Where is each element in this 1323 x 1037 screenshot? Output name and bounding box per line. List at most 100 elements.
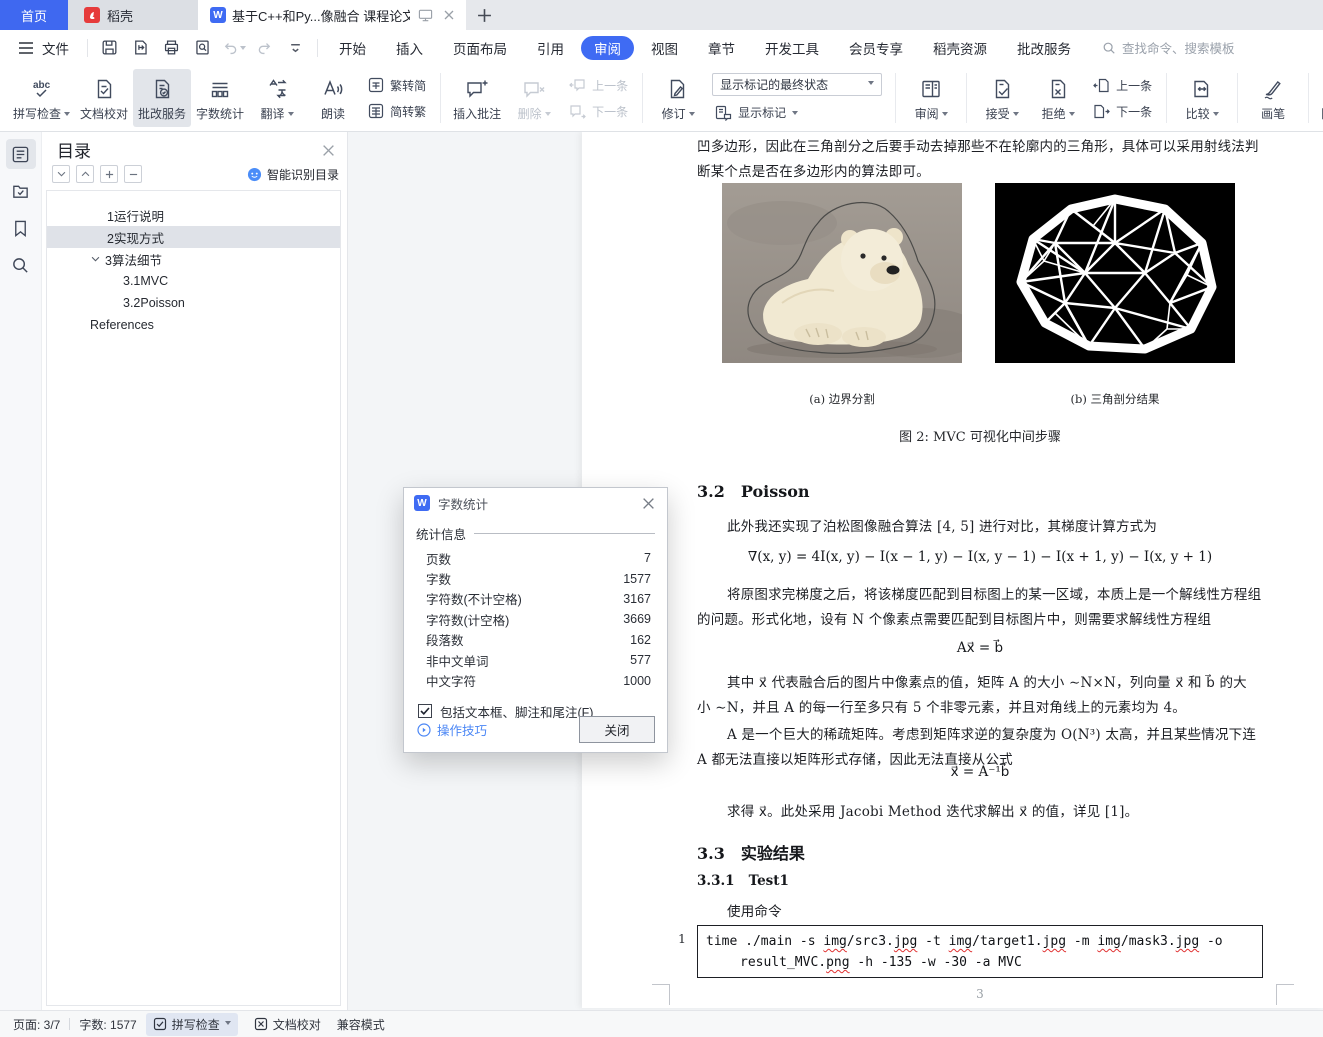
save-button[interactable] [96,36,123,60]
reject-change-button[interactable]: 拒绝 [1030,69,1086,127]
accept-change-button[interactable]: 接受 [974,69,1030,127]
share-to-screen-icon[interactable] [416,6,434,24]
show-markup-button[interactable]: 显示标记 [712,102,882,123]
simp-to-trad-icon [368,103,384,119]
insert-comment-button[interactable]: 插入批注 [448,69,506,127]
correction-service-icon [150,75,174,103]
toc-close-icon[interactable] [319,141,337,159]
toc-item-3-1[interactable]: 3.1MVC [47,270,340,292]
menu-start[interactable]: 开始 [326,36,379,60]
expand-all-button[interactable] [52,165,70,183]
chevron-down-icon[interactable] [91,256,105,262]
file-menu-button[interactable]: 文件 [18,38,81,58]
file-menu-label: 文件 [42,41,69,57]
redo-button[interactable] [251,36,278,60]
menu-reference[interactable]: 引用 [524,36,577,60]
menu-correction-service[interactable]: 批改服务 [1004,36,1084,60]
collapse-all-button[interactable] [76,165,94,183]
tab-close-icon[interactable] [440,6,458,24]
proofread-toggle[interactable]: 文档校对 [247,1013,328,1036]
brush-icon [1260,75,1286,103]
menu-section[interactable]: 章节 [695,36,748,60]
next-comment-button[interactable]: 下一条 [566,101,631,122]
body-text-line: 将原图求完梯度之后，将该梯度匹配到目标图上的某一区域，本质上是一个解线性方程组 [727,587,1262,603]
undo-caret-icon[interactable] [240,46,246,53]
find-button[interactable] [6,250,36,280]
spell-check-button[interactable]: abc 拼写检查 [8,69,75,127]
expand-level-button[interactable] [100,165,118,183]
menu-member[interactable]: 会员专享 [836,36,916,60]
menu-insert[interactable]: 插入 [383,36,436,60]
correction-service-button[interactable]: 批改服务 [133,69,192,127]
word-count-button[interactable]: 字数统计 [191,69,249,127]
stat-row-chars-no-space: 字符数(不计空格) 3167 [426,591,651,608]
caret-down-icon [868,81,875,88]
collapse-level-button[interactable] [124,165,142,183]
tab-home[interactable]: 首页 [0,0,68,30]
proofread-button[interactable]: 文档校对 [75,69,133,127]
brush-button[interactable]: 画笔 [1245,69,1301,127]
previous-change-button[interactable]: 上一条 [1090,75,1155,96]
toc-item-2[interactable]: 2实现方式 [47,226,340,248]
page-number: 3 [976,987,984,1001]
toc-item-1[interactable]: 1运行说明 [47,204,340,226]
delete-comment-button[interactable]: 删除 [506,69,562,127]
simp-to-trad-button[interactable]: 简转繁 [365,101,429,122]
toc-item-references[interactable]: References [47,314,340,336]
print-button[interactable] [158,36,185,60]
translate-button[interactable]: 翻译 [249,69,305,127]
close-button[interactable]: 关闭 [579,716,655,743]
menu-dev-tools[interactable]: 开发工具 [752,36,832,60]
toc-item-3-2[interactable]: 3.2Poisson [47,292,340,314]
stats-group-label: 统计信息 [416,524,655,543]
compat-mode-label[interactable]: 兼容模式 [337,1016,385,1033]
menu-docer-resources[interactable]: 稻壳资源 [920,36,1000,60]
restrict-editing-button[interactable]: 限制编辑 [1316,69,1323,127]
side-icon-strip [0,132,42,1010]
tips-link[interactable]: 操作技巧 [417,720,487,739]
formula-x-solve: x⃗ = A⁻¹b⃗ [950,764,1010,780]
review-pane-button[interactable]: 审阅 [903,69,959,127]
markup-state-select[interactable]: 显示标记的最终状态 [712,73,883,96]
read-aloud-button[interactable]: 朗读 [305,69,361,127]
new-tab-button[interactable] [466,0,502,30]
next-change-button[interactable]: 下一条 [1090,101,1155,122]
customize-toolbar-icon[interactable] [282,36,309,60]
stat-row-chars-with-space: 字符数(计空格) 3669 [426,612,651,628]
tab-document[interactable]: W 基于C++和Py...像融合 课程论文 [198,0,466,30]
toc-item-3[interactable]: 3算法细节 [47,248,340,270]
smart-toc-button[interactable]: 智能识别目录 [247,166,339,183]
figure-boundary-segmentation-image [722,183,962,363]
undo-button[interactable] [220,36,247,60]
code-block[interactable]: time ./main -s img/src3.jpg -t img/targe… [697,925,1263,978]
body-text-line: 断某个点是否在多边形内的算法即可。 [697,164,930,180]
spell-check-toggle[interactable]: 拼写检查 [145,1012,238,1036]
dialog-close-icon[interactable] [639,494,657,512]
compare-icon [1190,75,1214,103]
delete-comment-icon [521,75,547,103]
code-line-number: 1 [678,931,686,946]
toc-panel-button[interactable] [5,139,36,169]
command-search[interactable]: 查找命令、搜索模板 [1102,38,1235,57]
bookmark-button[interactable] [6,213,36,243]
menu-page-layout[interactable]: 页面布局 [440,36,520,60]
docer-logo-icon [84,7,100,23]
word-count-indicator[interactable]: 字数: 1577 [79,1016,136,1033]
track-changes-button[interactable]: 修订 [650,69,706,127]
page-indicator[interactable]: 页面: 3/7 [13,1016,60,1033]
translate-icon [265,75,289,103]
print-preview-button[interactable] [189,36,216,60]
document-page[interactable]: 凹多边形，因此在三角剖分之后要手动去掉那些不在轮廓内的三角形，具体可以采用射线法… [582,132,1323,1008]
menu-review[interactable]: 审阅 [581,35,634,60]
output-as-button[interactable] [127,36,154,60]
trad-to-simp-button[interactable]: 繁转简 [365,75,429,96]
compare-button[interactable]: 比较 [1174,69,1230,127]
tab-docer[interactable]: 稻壳 [68,0,198,30]
caret-down-icon [1012,111,1019,119]
previous-comment-button[interactable]: 上一条 [566,75,631,96]
track-changes-icon [666,75,690,103]
menu-view[interactable]: 视图 [638,36,691,60]
dialog-title-bar[interactable]: W 字数统计 [404,488,667,518]
review-list-button[interactable] [6,176,36,206]
figure-caption-a: (a) 边界分割 [809,392,875,406]
